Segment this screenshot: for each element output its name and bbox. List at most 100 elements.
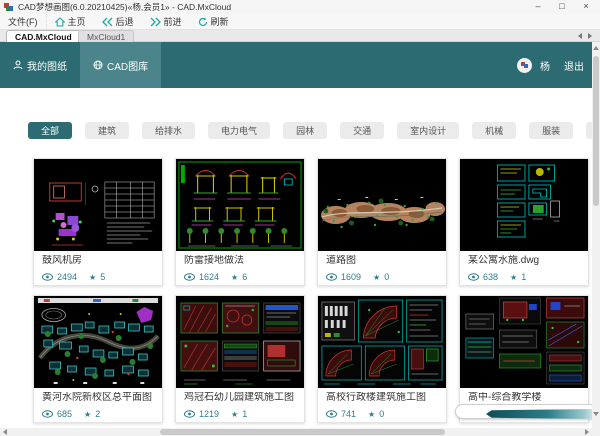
thumbnail-art bbox=[318, 296, 446, 388]
category-electrical[interactable]: 电力电气 bbox=[208, 122, 270, 139]
drawing-title[interactable]: 防雷接地做法 bbox=[184, 255, 296, 267]
scroll-left-icon[interactable] bbox=[3, 429, 7, 435]
refresh-label: 刷新 bbox=[211, 15, 229, 28]
close-button[interactable]: × bbox=[574, 0, 598, 14]
star-icon: ★ bbox=[231, 273, 238, 282]
back-label: 后退 bbox=[116, 15, 134, 28]
drawing-title[interactable]: 高校行政楼建筑施工图 bbox=[326, 392, 438, 404]
drawing-thumbnail[interactable] bbox=[34, 159, 162, 251]
person-icon bbox=[13, 60, 23, 70]
drawing-card[interactable]: 防雷接地做法 1624 ★ 6 bbox=[175, 158, 305, 286]
home-button[interactable]: 主页 bbox=[47, 14, 94, 29]
back-button[interactable]: 后退 bbox=[94, 14, 142, 29]
horizontal-scrollbar[interactable] bbox=[0, 428, 592, 436]
avatar-logo-icon bbox=[520, 60, 530, 70]
star-icon: ★ bbox=[368, 410, 375, 419]
thumbnail-art bbox=[460, 296, 588, 388]
drawing-thumbnail[interactable] bbox=[176, 159, 304, 251]
forward-label: 前进 bbox=[164, 15, 182, 28]
user-avatar[interactable] bbox=[517, 58, 532, 73]
star-icon: ★ bbox=[373, 273, 380, 282]
stars-count: 2 bbox=[95, 409, 100, 419]
globe-icon bbox=[93, 60, 103, 70]
category-traffic[interactable]: 交通 bbox=[340, 122, 384, 139]
stars-count: 1 bbox=[521, 272, 526, 282]
category-landscape[interactable]: 园林 bbox=[283, 122, 327, 139]
nav-cad-library[interactable]: CAD图库 bbox=[80, 42, 161, 88]
logout-button[interactable]: 退出 bbox=[564, 58, 584, 73]
vertical-scrollbar-thumb[interactable] bbox=[593, 56, 599, 206]
category-interior[interactable]: 室内设计 bbox=[397, 122, 459, 139]
drawing-title[interactable]: 鼓风机房 bbox=[42, 255, 154, 267]
username-label: 杨 bbox=[540, 58, 550, 73]
drawing-thumbnail[interactable] bbox=[318, 159, 446, 251]
drawing-card[interactable]: 鼓风机房 2494 ★ 5 bbox=[33, 158, 163, 286]
drawing-card[interactable]: 某公寓水施.dwg 638 ★ 1 bbox=[459, 158, 589, 286]
drawing-thumbnail[interactable] bbox=[176, 296, 304, 388]
stars-count: 0 bbox=[384, 272, 389, 282]
stars-count: 5 bbox=[100, 272, 105, 282]
scroll-down-icon[interactable] bbox=[593, 412, 599, 416]
home-label: 主页 bbox=[68, 15, 86, 28]
scroll-right-icon[interactable] bbox=[585, 429, 589, 435]
views-icon bbox=[326, 410, 337, 418]
refresh-button[interactable]: 刷新 bbox=[190, 14, 237, 29]
maximize-button[interactable]: □ bbox=[550, 0, 574, 14]
thumbnail-art bbox=[176, 296, 304, 388]
drawing-card[interactable]: 黄河水院新校区总平面图 685 ★ 2 bbox=[33, 295, 163, 423]
nav-my-drawings-label: 我的图纸 bbox=[27, 58, 67, 73]
views-icon bbox=[326, 273, 337, 281]
tab-cad-mxcloud[interactable]: CAD.MxCloud bbox=[6, 30, 81, 42]
tab-scroll-left-icon[interactable] bbox=[578, 33, 582, 39]
thumbnail-art bbox=[176, 159, 304, 251]
tab-mxcloud1[interactable]: MxCloud1 bbox=[78, 30, 134, 42]
tab-scroll-right-icon[interactable] bbox=[588, 33, 592, 39]
document-tab-bar: CAD.MxCloud MxCloud1 bbox=[0, 30, 600, 42]
drawing-title[interactable]: 高中-综合教学楼 bbox=[468, 392, 580, 404]
category-fashion[interactable]: 服装 bbox=[529, 122, 573, 139]
drawing-title[interactable]: 道路图 bbox=[326, 255, 438, 267]
views-count: 1219 bbox=[199, 409, 219, 419]
stars-count: 1 bbox=[242, 409, 247, 419]
drawing-thumbnail[interactable] bbox=[318, 296, 446, 388]
file-menu-label: 文件(F) bbox=[8, 15, 38, 28]
home-icon bbox=[55, 17, 65, 27]
category-architecture[interactable]: 建筑 bbox=[85, 122, 129, 139]
drawing-card[interactable]: 高校行政楼建筑施工图 741 ★ 0 bbox=[317, 295, 447, 423]
thumbnail-art bbox=[34, 159, 162, 251]
views-count: 741 bbox=[341, 409, 356, 419]
menu-bar: 文件(F) 主页 后退 前进 刷新 bbox=[0, 14, 600, 30]
star-icon: ★ bbox=[510, 273, 517, 282]
scroll-up-icon[interactable] bbox=[593, 46, 599, 50]
category-mechanical[interactable]: 机械 bbox=[472, 122, 516, 139]
drawing-card[interactable]: 鸡冠石幼儿园建筑施工图 1219 ★ 1 bbox=[175, 295, 305, 423]
horizontal-scrollbar-thumb[interactable] bbox=[160, 429, 445, 435]
category-plumbing[interactable]: 给排水 bbox=[142, 122, 195, 139]
thumbnail-art bbox=[34, 296, 162, 388]
minimize-button[interactable]: – bbox=[526, 0, 550, 14]
drawing-thumbnail[interactable] bbox=[460, 159, 588, 251]
drawing-title[interactable]: 鸡冠石幼儿园建筑施工图 bbox=[184, 392, 296, 404]
drawing-thumbnail[interactable] bbox=[34, 296, 162, 388]
app-logo-icon bbox=[4, 2, 14, 12]
tab-label: MxCloud1 bbox=[87, 32, 125, 42]
drawing-title[interactable]: 黄河水院新校区总平面图 bbox=[42, 392, 154, 404]
drawing-title[interactable]: 某公寓水施.dwg bbox=[468, 255, 580, 267]
views-icon bbox=[42, 273, 53, 281]
views-icon bbox=[468, 273, 479, 281]
stars-count: 0 bbox=[379, 409, 384, 419]
drawing-thumbnail[interactable] bbox=[460, 296, 588, 388]
vertical-scrollbar[interactable] bbox=[592, 42, 600, 428]
views-icon bbox=[184, 273, 195, 281]
app-window: CAD梦想画图(6.0.20210425)«杨,会员1» - CAD.MxClo… bbox=[0, 0, 600, 436]
category-all[interactable]: 全部 bbox=[28, 122, 72, 139]
forward-button[interactable]: 前进 bbox=[142, 14, 190, 29]
thumbnail-art bbox=[318, 159, 446, 251]
star-icon: ★ bbox=[84, 410, 91, 419]
file-menu[interactable]: 文件(F) bbox=[0, 14, 47, 29]
drawing-card[interactable]: 道路图 1609 ★ 0 bbox=[317, 158, 447, 286]
nav-cad-library-label: CAD图库 bbox=[107, 58, 148, 73]
category-filter-bar: 全部 建筑 给排水 电力电气 园林 交通 室内设计 机械 服装 市政 bbox=[28, 122, 600, 139]
views-icon bbox=[42, 410, 53, 418]
nav-my-drawings[interactable]: 我的图纸 bbox=[0, 42, 80, 88]
